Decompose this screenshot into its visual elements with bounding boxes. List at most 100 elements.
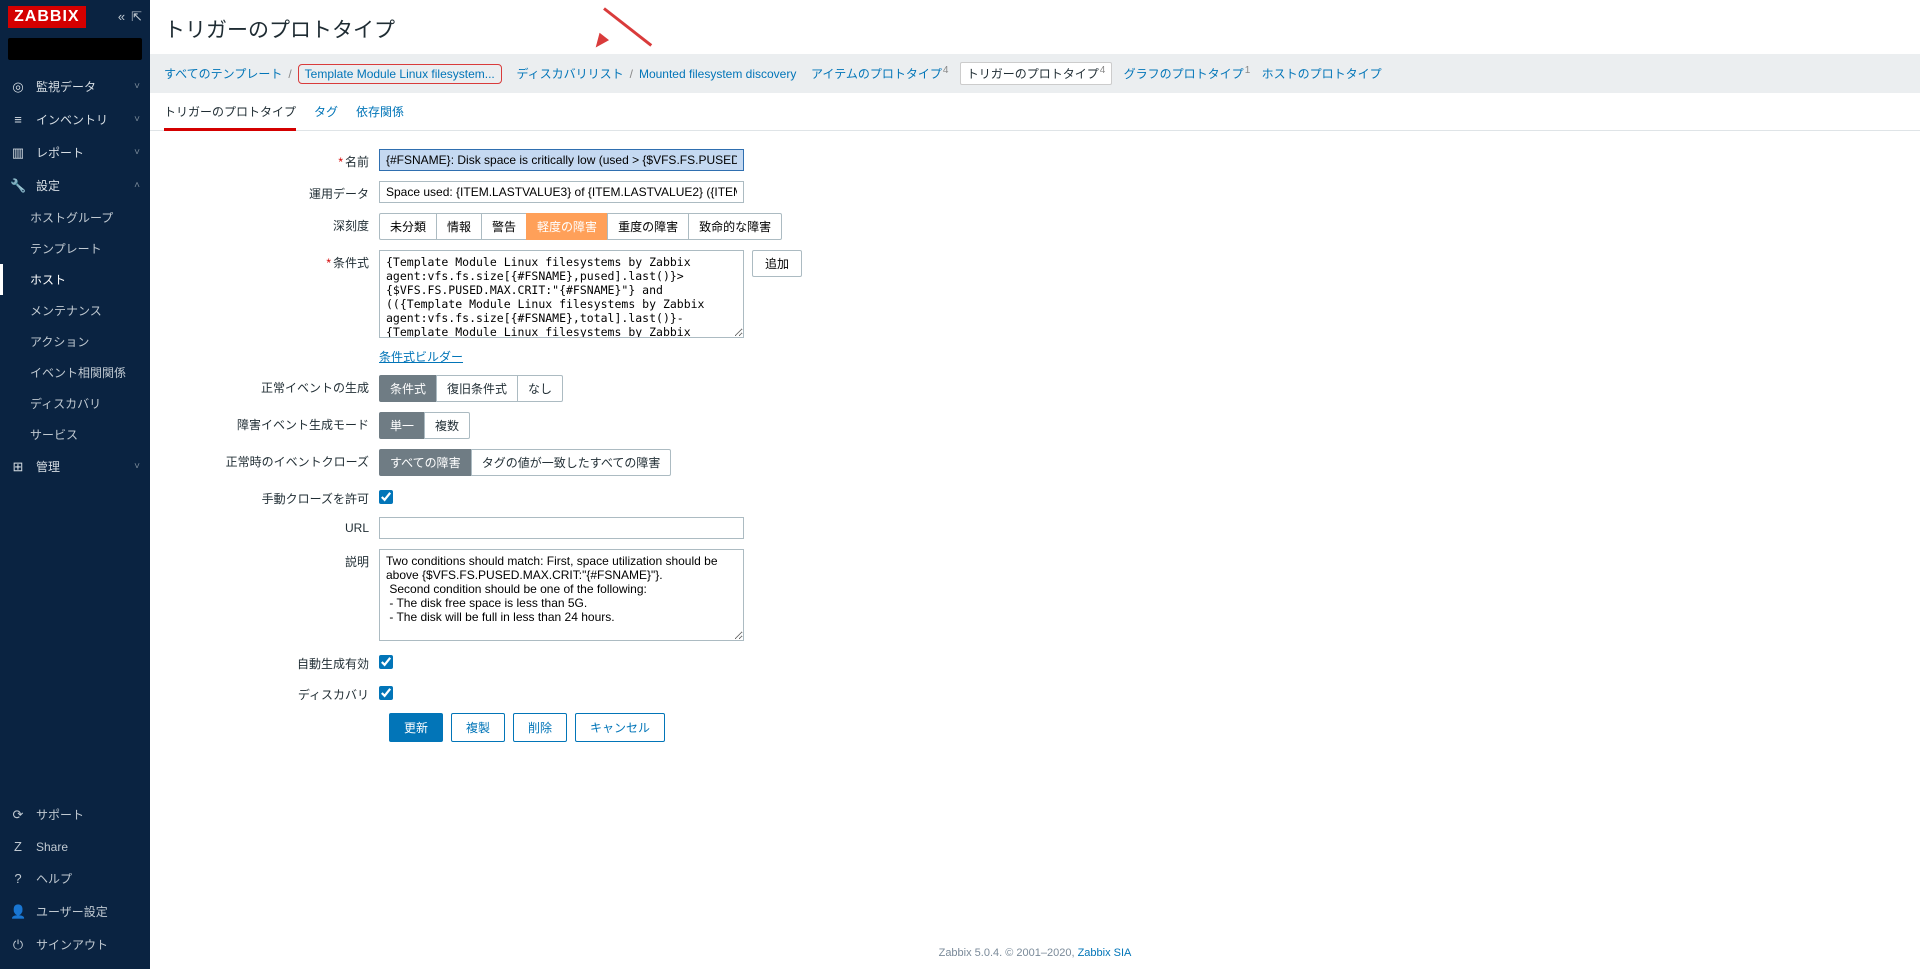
- discover-label: ディスカバリ: [164, 682, 379, 703]
- problem-mode-btn[interactable]: 複数: [424, 412, 470, 439]
- chevron-icon: ˅: [134, 114, 140, 125]
- bc-all-templates[interactable]: すべてのテンプレート: [164, 65, 282, 82]
- nav-section[interactable]: ◎ 監視データ ˅: [0, 70, 150, 103]
- subnav-item[interactable]: アクション: [0, 326, 150, 357]
- ok-event-btn[interactable]: 条件式: [379, 375, 437, 402]
- desc-label: 説明: [164, 549, 379, 570]
- nav-icon: 🔧: [10, 178, 26, 194]
- bottom-link[interactable]: 👤ユーザー設定: [0, 895, 150, 928]
- expr-builder-link[interactable]: 条件式ビルダー: [379, 348, 463, 365]
- nav-label: インベントリ: [36, 111, 108, 128]
- main: トリガーのプロトタイプ すべてのテンプレート / Template Module…: [150, 0, 1920, 969]
- add-button[interactable]: 追加: [752, 250, 802, 277]
- ok-close-label: 正常時のイベントクローズ: [164, 449, 379, 470]
- ok-close-seg: すべての障害タグの値が一致したすべての障害: [379, 449, 671, 476]
- footer-link[interactable]: Zabbix SIA: [1078, 947, 1132, 959]
- bc-hosts[interactable]: ホストのプロトタイプ: [1262, 65, 1382, 82]
- auto-create-label: 自動生成有効: [164, 651, 379, 672]
- search-box[interactable]: 🔍: [8, 38, 142, 60]
- bottom-link[interactable]: ⏻サインアウト: [0, 928, 150, 961]
- cancel-button[interactable]: キャンセル: [575, 713, 665, 742]
- actions-row: 更新 複製 削除 キャンセル: [389, 713, 1906, 742]
- ok-close-btn[interactable]: タグの値が一致したすべての障害: [471, 449, 672, 476]
- bc-items[interactable]: アイテムのプロトタイプ4: [811, 65, 948, 82]
- severity-btn[interactable]: 重度の障害: [607, 213, 689, 240]
- nav-section[interactable]: ≡ インベントリ ˅: [0, 103, 150, 136]
- severity-buttons: 未分類情報警告軽度の障害重度の障害致命的な障害: [379, 213, 782, 240]
- bottom-link[interactable]: ⟳サポート: [0, 798, 150, 831]
- bc-graphs[interactable]: グラフのプロトタイプ1: [1124, 65, 1251, 82]
- chevron-icon: ˅: [134, 147, 140, 158]
- bottom-link[interactable]: ZShare: [0, 831, 150, 862]
- form: *名前 運用データ 深刻度 未分類情報警告軽度の障害重度の障害致命的な障害 *条…: [150, 131, 1920, 760]
- bottom-icon: ?: [10, 871, 26, 886]
- desc-input[interactable]: [379, 549, 744, 641]
- update-button[interactable]: 更新: [389, 713, 443, 742]
- ok-event-label: 正常イベントの生成: [164, 375, 379, 396]
- ok-event-btn[interactable]: 復旧条件式: [436, 375, 518, 402]
- auto-create-checkbox[interactable]: [379, 655, 393, 669]
- url-label: URL: [164, 517, 379, 535]
- nav-icon: ≡: [10, 112, 26, 127]
- ok-close-btn[interactable]: すべての障害: [379, 449, 472, 476]
- subnav-item[interactable]: テンプレート: [0, 233, 150, 264]
- delete-button[interactable]: 削除: [513, 713, 567, 742]
- logo[interactable]: ZABBIX: [8, 6, 86, 28]
- problem-mode-seg: 単一複数: [379, 412, 470, 439]
- subnav-item[interactable]: サービス: [0, 419, 150, 450]
- subnav-item[interactable]: メンテナンス: [0, 295, 150, 326]
- opdata-label: 運用データ: [164, 181, 379, 202]
- bottom-icon: ⟳: [10, 807, 26, 823]
- bottom-link[interactable]: ?ヘルプ: [0, 862, 150, 895]
- chevron-icon: ˄: [134, 180, 140, 191]
- severity-btn[interactable]: 情報: [436, 213, 482, 240]
- nav-label: レポート: [36, 144, 84, 161]
- subnav-item[interactable]: ディスカバリ: [0, 388, 150, 419]
- collapse-icon[interactable]: «: [118, 9, 125, 25]
- subnav-item[interactable]: ホストグループ: [0, 202, 150, 233]
- bottom-label: ユーザー設定: [36, 903, 108, 920]
- tab-tags[interactable]: タグ: [314, 95, 338, 130]
- problem-mode-label: 障害イベント生成モード: [164, 412, 379, 433]
- nav-section[interactable]: ▥レポート˅: [0, 136, 150, 169]
- tabs: トリガーのプロトタイプ タグ 依存関係: [150, 95, 1920, 131]
- nav-section[interactable]: 🔧 設定 ˄: [0, 169, 150, 202]
- bc-discovery-list[interactable]: ディスカバリリスト: [516, 65, 623, 82]
- nav-label: 監視データ: [36, 78, 96, 95]
- problem-mode-btn[interactable]: 単一: [379, 412, 425, 439]
- bc-template[interactable]: Template Module Linux filesystem...: [305, 67, 495, 81]
- subnav-item[interactable]: ホスト: [0, 264, 150, 295]
- severity-btn[interactable]: 致命的な障害: [688, 213, 782, 240]
- clone-button[interactable]: 複製: [451, 713, 505, 742]
- ok-event-seg: 条件式復旧条件式なし: [379, 375, 563, 402]
- subnav-item[interactable]: イベント相関関係: [0, 357, 150, 388]
- name-input[interactable]: [379, 149, 744, 171]
- nav-section[interactable]: ⊞管理˅: [0, 450, 150, 483]
- footer: Zabbix 5.0.4. © 2001–2020, Zabbix SIA: [150, 937, 1920, 969]
- url-input[interactable]: [379, 517, 744, 539]
- expr-input[interactable]: [379, 250, 744, 338]
- search-input[interactable]: [14, 42, 169, 56]
- opdata-input[interactable]: [379, 181, 744, 203]
- nav-label: 設定: [36, 177, 60, 194]
- tab-trigger[interactable]: トリガーのプロトタイプ: [164, 95, 296, 131]
- chevron-icon: ˅: [134, 81, 140, 92]
- ok-event-btn[interactable]: なし: [517, 375, 563, 402]
- bc-discovery[interactable]: Mounted filesystem discovery: [639, 67, 796, 81]
- bc-triggers-active: トリガーのプロトタイプ4: [960, 62, 1113, 85]
- breadcrumb: すべてのテンプレート / Template Module Linux files…: [150, 54, 1920, 93]
- severity-btn[interactable]: 軽度の障害: [526, 213, 608, 240]
- manual-close-checkbox[interactable]: [379, 490, 393, 504]
- bottom-label: サインアウト: [36, 936, 108, 953]
- severity-label: 深刻度: [164, 213, 379, 234]
- bc-template-highlight: Template Module Linux filesystem...: [298, 64, 502, 84]
- nav-label: 管理: [36, 458, 60, 475]
- popout-icon[interactable]: ⇱: [131, 9, 142, 25]
- severity-btn[interactable]: 警告: [481, 213, 527, 240]
- sidebar: ZABBIX « ⇱ 🔍 ◎監視データ˅≡インベントリ˅▥レポート˅🔧設定˄ホス…: [0, 0, 150, 969]
- bottom-icon: Z: [10, 839, 26, 854]
- severity-btn[interactable]: 未分類: [379, 213, 437, 240]
- discover-checkbox[interactable]: [379, 686, 393, 700]
- nav-icon: ◎: [10, 79, 26, 95]
- tab-dependencies[interactable]: 依存関係: [356, 95, 404, 130]
